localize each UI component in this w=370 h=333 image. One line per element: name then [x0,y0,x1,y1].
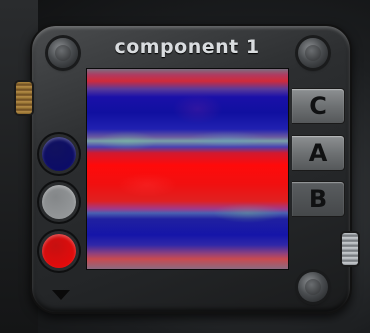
tab-c[interactable]: C [292,88,345,124]
left-knob[interactable] [16,82,32,114]
tab-b[interactable]: B [292,181,345,217]
color-preview-screen[interactable] [86,68,289,270]
panel-title: component 1 [114,36,260,58]
triangle-down-icon[interactable] [52,290,70,300]
swatch-gray[interactable] [42,185,76,219]
screw-top-right-icon [298,38,328,68]
screw-top-left-icon [48,38,78,68]
swatch-red[interactable] [42,234,76,268]
swatch-blue[interactable] [42,137,76,171]
tab-a[interactable]: A [292,135,345,171]
right-knob[interactable] [342,233,358,265]
screw-bottom-right-icon [298,272,328,302]
